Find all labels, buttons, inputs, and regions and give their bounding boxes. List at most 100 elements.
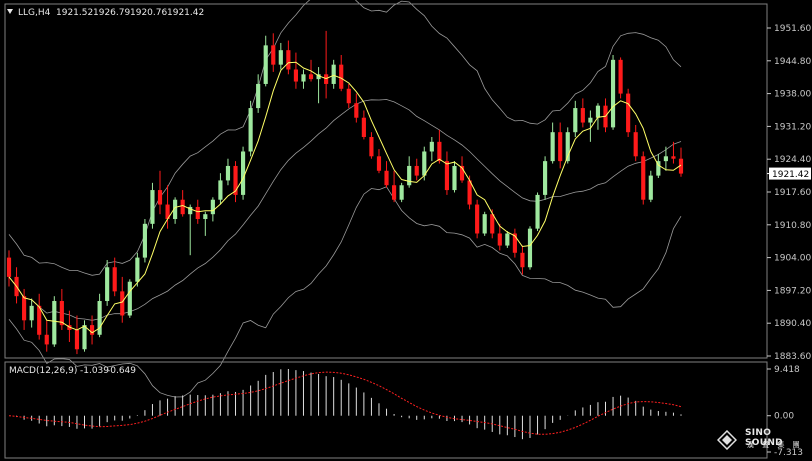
candle bbox=[573, 100, 578, 138]
candle-body bbox=[580, 108, 585, 123]
candle-body bbox=[59, 301, 64, 326]
candle-body bbox=[588, 117, 593, 123]
candle bbox=[44, 320, 49, 352]
candle bbox=[339, 55, 344, 92]
candle-body bbox=[663, 156, 668, 162]
candle bbox=[444, 151, 450, 195]
candle-body bbox=[618, 59, 623, 94]
candle bbox=[278, 42, 283, 70]
candle bbox=[452, 161, 457, 193]
candle-body bbox=[399, 185, 404, 200]
candle bbox=[225, 158, 231, 186]
candle bbox=[580, 98, 585, 128]
candle-body bbox=[150, 190, 155, 224]
candle-body bbox=[527, 228, 533, 268]
candle-body bbox=[392, 185, 397, 200]
candle-body bbox=[293, 69, 298, 82]
signal-value: -0.649 bbox=[107, 366, 136, 376]
sino-sound-logo-icon bbox=[717, 430, 737, 450]
candle-body bbox=[29, 305, 34, 321]
moving-average-line bbox=[8, 61, 682, 334]
candle bbox=[543, 156, 548, 200]
candle bbox=[188, 204, 193, 256]
candle bbox=[475, 199, 480, 239]
candle-body bbox=[218, 180, 223, 200]
candle bbox=[505, 231, 510, 248]
candle bbox=[618, 57, 623, 99]
candle bbox=[240, 146, 246, 200]
header-open: 1921.52 bbox=[56, 8, 93, 18]
candle-body bbox=[127, 281, 132, 316]
candle-body bbox=[135, 257, 140, 282]
candle-body bbox=[535, 194, 540, 229]
candle bbox=[142, 219, 147, 263]
candle-body bbox=[256, 83, 261, 109]
candle bbox=[316, 67, 321, 104]
candle bbox=[527, 226, 533, 270]
candle-body bbox=[180, 199, 185, 215]
macd-value: -1.039 bbox=[80, 366, 109, 376]
candle bbox=[633, 124, 638, 162]
candle bbox=[648, 170, 653, 203]
candle-body bbox=[278, 50, 283, 65]
candle-body bbox=[97, 301, 102, 335]
candle-body bbox=[331, 64, 336, 84]
candle-body bbox=[52, 301, 57, 345]
candle-body bbox=[339, 64, 344, 89]
candle-body bbox=[22, 296, 27, 321]
candle bbox=[641, 151, 646, 205]
candle bbox=[346, 83, 351, 109]
candle-body bbox=[414, 165, 419, 176]
candle bbox=[376, 149, 382, 174]
macd-pane[interactable] bbox=[8, 369, 682, 440]
candle-body bbox=[271, 45, 276, 65]
watermark-sub: 漢 聲 集 團 bbox=[747, 441, 803, 449]
candle bbox=[301, 69, 306, 89]
candle bbox=[233, 161, 238, 203]
candle-body bbox=[376, 156, 382, 171]
candle bbox=[369, 132, 374, 159]
candle bbox=[437, 129, 442, 164]
price-pane[interactable] bbox=[6, 0, 684, 398]
candle-body bbox=[105, 267, 110, 302]
price-tick-label: 1890.40 bbox=[774, 319, 811, 329]
candle bbox=[150, 182, 155, 229]
candle-body bbox=[429, 141, 434, 152]
candle bbox=[392, 170, 397, 203]
candle bbox=[59, 288, 64, 330]
chart-svg[interactable]: 1951.60 1944.80 1938.00 1931.20 1924.40 1917.… bbox=[0, 0, 812, 461]
price-tick-label: 1897.20 bbox=[774, 286, 811, 296]
candle-body bbox=[497, 233, 502, 246]
candle bbox=[248, 100, 253, 157]
candle bbox=[407, 156, 412, 188]
macd-tick-label: 0.00 bbox=[774, 412, 794, 422]
candle bbox=[678, 147, 684, 177]
candle-body bbox=[671, 156, 676, 159]
price-tick-label: 1931.20 bbox=[774, 122, 811, 132]
candle bbox=[603, 98, 608, 133]
chart-window: 1951.60 1944.80 1938.00 1931.20 1924.40 1917.… bbox=[0, 0, 812, 461]
candle-body bbox=[550, 132, 555, 162]
candle-body bbox=[384, 170, 389, 186]
candle bbox=[610, 55, 616, 130]
candle-body bbox=[490, 214, 495, 234]
candle-body bbox=[573, 108, 578, 133]
candle-body bbox=[203, 214, 208, 220]
candle bbox=[218, 173, 223, 205]
candle-body bbox=[6, 257, 12, 277]
price-tick-label: 1917.60 bbox=[774, 188, 811, 198]
candle-body bbox=[240, 151, 246, 195]
candle bbox=[263, 35, 268, 87]
dropdown-triangle-icon[interactable] bbox=[7, 9, 13, 14]
candle bbox=[82, 320, 87, 352]
candle bbox=[97, 293, 102, 338]
candle-body bbox=[195, 206, 200, 220]
candle bbox=[414, 158, 419, 181]
candle bbox=[595, 103, 601, 130]
candle-body bbox=[142, 223, 147, 258]
candle-body bbox=[225, 165, 231, 181]
candle bbox=[37, 293, 42, 340]
current-price-label: 1921.42 bbox=[772, 170, 809, 180]
macd-label: MACD(12,26,9) bbox=[9, 366, 77, 376]
macd-tick-label: 9.418 bbox=[774, 365, 800, 375]
